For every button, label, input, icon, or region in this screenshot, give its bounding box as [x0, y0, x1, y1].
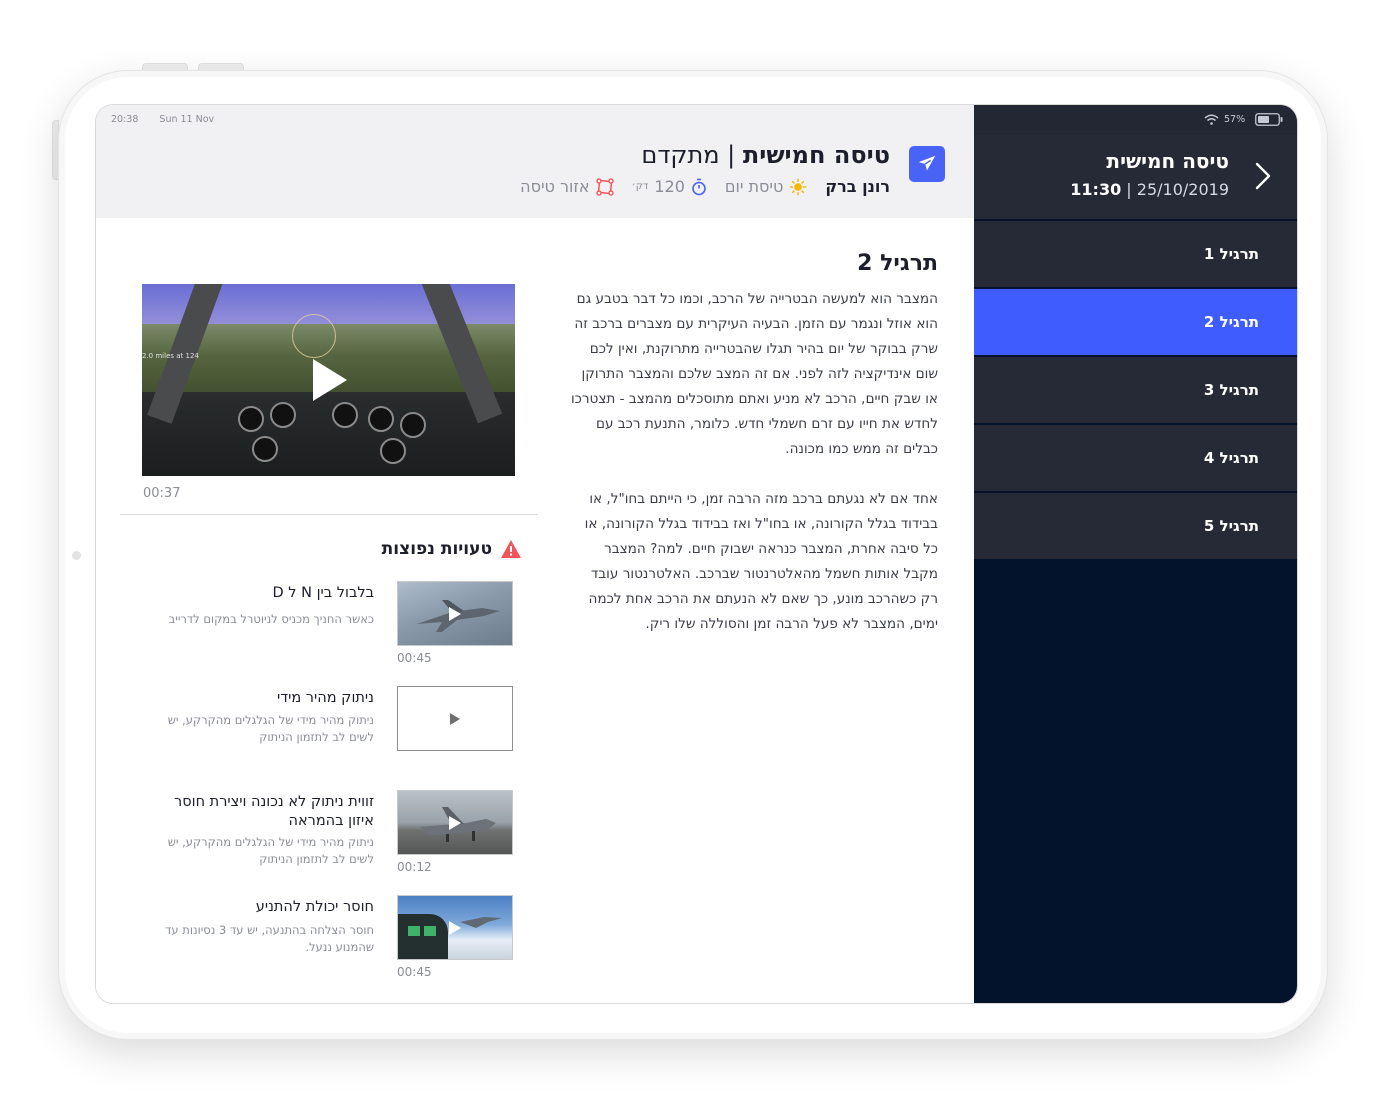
- status-bar: 20:38 Sun 11 Nov: [111, 114, 232, 125]
- sun-icon: [790, 178, 807, 195]
- play-icon[interactable]: [448, 815, 462, 831]
- play-icon[interactable]: [306, 357, 352, 403]
- error-description: ניתוק מהיר מידי של הגלגלים מהקרקע, יש לש…: [167, 713, 374, 744]
- video-overlay-text: 2.0 miles at 124: [142, 352, 199, 360]
- play-icon[interactable]: [448, 606, 462, 622]
- front-camera: [72, 551, 81, 560]
- exercise-title: תרגיל 2: [857, 251, 938, 276]
- screen: 20:38 Sun 11 Nov טיסה חמישית | מתקדם רונ…: [95, 104, 1298, 1004]
- section-divider: [120, 514, 538, 515]
- pilot-name: רונן ברק: [825, 177, 890, 196]
- sidebar-item-exercise-2[interactable]: תרגיל 2: [974, 289, 1297, 355]
- play-icon[interactable]: [449, 712, 461, 726]
- exercise-description: המצבר הוא למעשה הבטרייה של הרכב, וכמו כל…: [570, 287, 938, 637]
- sidebar-item-exercise-1[interactable]: תרגיל 1: [974, 221, 1297, 287]
- status-time: 20:38: [111, 114, 139, 125]
- flight-header: 20:38 Sun 11 Nov טיסה חמישית | מתקדם רונ…: [96, 105, 974, 218]
- sidebar-header: טיסה חמישית 11:30 | 25/10/2019: [974, 135, 1297, 219]
- error-thumbnail[interactable]: [397, 895, 513, 960]
- sidebar-flight-title: טיסה חמישית: [1106, 149, 1229, 173]
- battery-icon: [1255, 113, 1283, 126]
- flight-duration: 120 דק׳: [632, 177, 707, 196]
- sidebar-flight-datetime: 11:30 | 25/10/2019: [1070, 180, 1229, 199]
- plane-icon: [909, 146, 945, 182]
- flight-type: טיסת יום: [725, 177, 808, 196]
- error-title: זווית ניתוק לא נכונה ויצירת חוסר איזון ב…: [174, 794, 374, 829]
- error-title: בלבול בין N ל D: [272, 585, 375, 601]
- error-video-time: 00:45: [397, 651, 432, 665]
- flight-level: | מתקדם: [641, 141, 743, 169]
- chevron-right-icon[interactable]: [1254, 161, 1272, 191]
- zone-icon: [595, 177, 614, 196]
- exercise-video[interactable]: 2.0 miles at 124: [142, 284, 515, 476]
- error-video-time: 00:12: [397, 860, 432, 874]
- common-errors-heading: טעויות נפוצות: [382, 539, 522, 559]
- error-thumbnail[interactable]: [397, 581, 513, 646]
- error-title: חוסר יכולת להתניע: [255, 899, 374, 915]
- error-description: חוסר הצלחה בהתנעה, יש עד 3 נסיונות עד שה…: [165, 923, 374, 954]
- play-icon[interactable]: [448, 920, 462, 936]
- flight-title: טיסה חמישית | מתקדם: [641, 141, 890, 169]
- flight-meta: רונן ברק טיסת יום 120 דק׳ אזור טיסה: [520, 177, 890, 196]
- status-date: Sun 11 Nov: [159, 114, 215, 125]
- video-duration: 00:37: [143, 486, 181, 501]
- error-thumbnail[interactable]: [397, 790, 513, 855]
- status-bar-right: 57%: [974, 105, 1297, 135]
- error-description: ניתוק מהיר מידי של הגלגלים מהקרקע, יש לש…: [167, 835, 374, 866]
- error-description: כאשר החניך מכניס לניוטרל במקום לדרייב: [168, 612, 374, 626]
- stopwatch-icon: [692, 178, 706, 195]
- flight-zone: אזור טיסה: [520, 177, 614, 196]
- error-title: ניתוק מהיר מידי: [276, 690, 374, 706]
- warning-icon: [501, 540, 521, 558]
- sidebar-item-exercise-3[interactable]: תרגיל 3: [974, 357, 1297, 423]
- error-thumbnail[interactable]: [397, 686, 513, 751]
- main-panel: 20:38 Sun 11 Nov טיסה חמישית | מתקדם רונ…: [96, 105, 974, 1003]
- error-video-time: 00:45: [397, 965, 432, 979]
- sidebar-item-exercise-5[interactable]: תרגיל 5: [974, 493, 1297, 559]
- exercise-sidebar: 57% טיסה חמישית 11:30 | 25/10/2019 תרגיל…: [974, 105, 1297, 1003]
- flight-name: טיסה חמישית: [742, 141, 890, 169]
- exercise-paragraph-2: אחד אם לא נגעתם ברכב מזה הרבה זמן, כי הי…: [584, 491, 938, 632]
- wifi-icon: [1204, 114, 1219, 125]
- battery-percent: 57%: [1224, 114, 1246, 125]
- sidebar-item-exercise-4[interactable]: תרגיל 4: [974, 425, 1297, 491]
- exercise-paragraph-1: המצבר הוא למעשה הבטרייה של הרכב, וכמו כל…: [570, 291, 938, 457]
